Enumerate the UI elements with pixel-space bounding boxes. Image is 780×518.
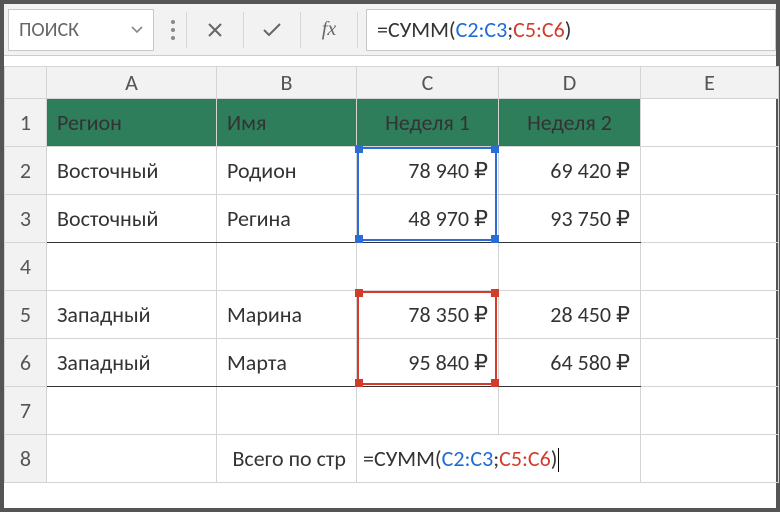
cell-d7[interactable] <box>499 387 641 435</box>
cell-b3[interactable]: Регина <box>217 195 357 243</box>
cell-a4[interactable] <box>47 243 217 291</box>
formula-bar: ПОИСК fx =СУММ(C2:C3;C5:C6) <box>4 4 776 56</box>
cell-b4[interactable] <box>217 243 357 291</box>
name-box[interactable]: ПОИСК <box>8 9 154 51</box>
cell-c8-formula[interactable]: =СУММ(C2:C3;C5:C6) <box>357 435 641 483</box>
cell-a6[interactable]: Западный <box>47 339 217 387</box>
accept-button[interactable] <box>244 4 300 56</box>
row-header-3[interactable]: 3 <box>5 195 47 243</box>
cell-c2[interactable]: 78 940 ₽ <box>357 147 499 195</box>
cell-e4[interactable] <box>641 243 779 291</box>
cell-c5[interactable]: 78 350 ₽ <box>357 291 499 339</box>
text-cursor <box>558 448 559 472</box>
cell-d6[interactable]: 64 580 ₽ <box>499 339 641 387</box>
cell-d1[interactable]: Неделя 2 <box>499 99 641 147</box>
column-header-b[interactable]: B <box>217 67 357 99</box>
cell-c7[interactable] <box>357 387 499 435</box>
cell-b8[interactable]: Всего по стр <box>217 435 357 483</box>
options-icon[interactable] <box>160 19 186 41</box>
cell-c6[interactable]: 95 840 ₽ <box>357 339 499 387</box>
select-all-corner[interactable] <box>5 67 47 99</box>
cell-c1[interactable]: Неделя 1 <box>357 99 499 147</box>
row-header-4[interactable]: 4 <box>5 243 47 291</box>
cell-e8[interactable] <box>641 435 779 483</box>
cell-b5[interactable]: Марина <box>217 291 357 339</box>
cell-d3[interactable]: 93 750 ₽ <box>499 195 641 243</box>
cell-b2[interactable]: Родион <box>217 147 357 195</box>
cell-e5[interactable] <box>641 291 779 339</box>
column-header-a[interactable]: A <box>47 67 217 99</box>
cell-e1[interactable] <box>641 99 779 147</box>
cell-c4[interactable] <box>357 243 499 291</box>
cancel-button[interactable] <box>187 4 243 56</box>
fx-icon: fx <box>322 18 336 41</box>
row-header-7[interactable]: 7 <box>5 387 47 435</box>
cell-d2[interactable]: 69 420 ₽ <box>499 147 641 195</box>
row-header-1[interactable]: 1 <box>5 99 47 147</box>
cell-c3[interactable]: 48 970 ₽ <box>357 195 499 243</box>
row-header-2[interactable]: 2 <box>5 147 47 195</box>
cell-e7[interactable] <box>641 387 779 435</box>
row-header-5[interactable]: 5 <box>5 291 47 339</box>
cell-a5[interactable]: Западный <box>47 291 217 339</box>
cell-a8[interactable] <box>47 435 217 483</box>
cell-e2[interactable] <box>641 147 779 195</box>
cell-b1[interactable]: Имя <box>217 99 357 147</box>
column-header-e[interactable]: E <box>641 67 779 99</box>
cell-d4[interactable] <box>499 243 641 291</box>
cell-a2[interactable]: Восточный <box>47 147 217 195</box>
cell-a7[interactable] <box>47 387 217 435</box>
worksheet-grid[interactable]: A B C D E 1 Регион Имя Неделя 1 Неделя 2 <box>4 56 776 483</box>
insert-function-button[interactable]: fx <box>301 4 357 56</box>
row-header-8[interactable]: 8 <box>5 435 47 483</box>
cell-d5[interactable]: 28 450 ₽ <box>499 291 641 339</box>
cell-a3[interactable]: Восточный <box>47 195 217 243</box>
column-header-d[interactable]: D <box>499 67 641 99</box>
name-box-dropdown-icon[interactable] <box>131 21 143 38</box>
cell-e3[interactable] <box>641 195 779 243</box>
cell-a1[interactable]: Регион <box>47 99 217 147</box>
formula-input[interactable]: =СУММ(C2:C3;C5:C6) <box>366 9 776 51</box>
cell-e6[interactable] <box>641 339 779 387</box>
cell-b7[interactable] <box>217 387 357 435</box>
row-header-6[interactable]: 6 <box>5 339 47 387</box>
cell-b6[interactable]: Марта <box>217 339 357 387</box>
column-header-c[interactable]: C <box>357 67 499 99</box>
name-box-text: ПОИСК <box>19 18 79 42</box>
